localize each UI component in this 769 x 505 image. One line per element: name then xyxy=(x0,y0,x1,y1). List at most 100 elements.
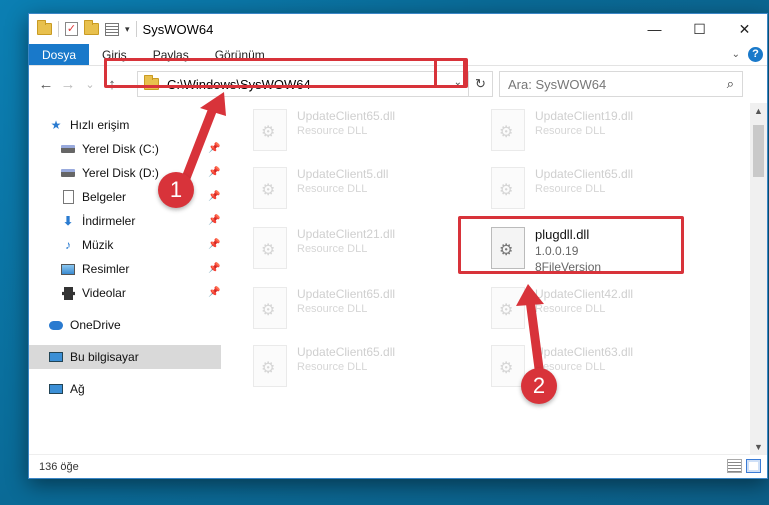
pictures-icon xyxy=(61,262,75,276)
plugdll-highlight xyxy=(458,216,684,274)
file-type: Resource DLL xyxy=(297,183,368,195)
sidebar-item-this-pc[interactable]: Bu bilgisayar xyxy=(29,345,221,369)
file-item[interactable]: UpdateClient42.dll Resource DLL xyxy=(459,281,677,337)
dll-file-icon xyxy=(491,287,525,329)
dll-file-icon xyxy=(253,227,287,269)
sidebar-item-label: Belgeler xyxy=(82,190,127,204)
step-marker-2: 2 xyxy=(521,368,557,404)
customize-toolbar-dropdown-icon[interactable]: ▾ xyxy=(125,24,130,35)
quick-access-toolbar: ✓ ▾ xyxy=(29,20,137,37)
minimize-button[interactable]: — xyxy=(632,14,677,44)
pin-icon: 📌 xyxy=(208,287,221,298)
expand-ribbon-chevron-icon[interactable]: ⌄ xyxy=(732,49,740,60)
dll-file-icon xyxy=(253,167,287,209)
file-name: UpdateClient63.dll xyxy=(535,345,634,359)
file-type: Resource DLL xyxy=(297,243,368,255)
file-item[interactable]: UpdateClient65.dll Resource DLL xyxy=(221,281,439,337)
properties-icon[interactable] xyxy=(105,22,119,36)
file-item[interactable]: UpdateClient65.dll Resource DLL xyxy=(221,103,439,159)
recent-locations-chevron-icon[interactable]: ⌄ xyxy=(79,78,101,91)
sidebar-item-music[interactable]: ♪ Müzik 📌 xyxy=(29,233,221,257)
properties-check-icon[interactable]: ✓ xyxy=(65,22,78,36)
pin-icon: 📌 xyxy=(208,263,221,274)
sidebar-item-quick-access[interactable]: ★ Hızlı erişim xyxy=(29,113,221,137)
toolbar-divider xyxy=(135,21,137,37)
file-name: UpdateClient65.dll xyxy=(297,287,396,301)
sidebar-item-label: Ağ xyxy=(70,382,85,396)
item-count: 136 öğe xyxy=(39,460,79,473)
sidebar-item-label: Bu bilgisayar xyxy=(70,350,139,364)
sidebar-item-onedrive[interactable]: OneDrive xyxy=(29,313,221,337)
file-item[interactable]: UpdateClient65.dll Resource DLL xyxy=(459,161,677,217)
large-icons-view-icon[interactable] xyxy=(746,459,761,473)
sidebar-item-videos[interactable]: Videolar 📌 xyxy=(29,281,221,305)
file-list: UpdateClient65.dll Resource DLL UpdateCli… xyxy=(221,103,743,455)
scroll-down-icon[interactable]: ▼ xyxy=(750,439,767,455)
ribbon-right-controls: ⌄ ? xyxy=(732,47,763,62)
scrollbar-thumb[interactable] xyxy=(753,125,764,177)
dll-file-icon xyxy=(253,109,287,151)
sidebar-item-label: Müzik xyxy=(82,238,114,252)
file-name: UpdateClient21.dll xyxy=(297,227,396,241)
close-button[interactable]: ✕ xyxy=(722,14,767,44)
file-type: Resource DLL xyxy=(535,303,606,315)
forward-button[interactable]: → xyxy=(57,76,79,93)
search-input[interactable]: Ara: SysWOW64 ⌕ xyxy=(499,71,743,97)
details-view-icon[interactable] xyxy=(727,459,742,473)
onedrive-icon xyxy=(49,318,63,332)
sidebar-item-label: OneDrive xyxy=(70,318,121,332)
pin-icon: 📌 xyxy=(208,167,221,178)
pin-icon: 📌 xyxy=(208,143,221,154)
maximize-button[interactable]: ☐ xyxy=(677,14,722,44)
pin-icon: 📌 xyxy=(208,239,221,250)
star-icon: ★ xyxy=(50,118,62,132)
help-icon[interactable]: ? xyxy=(748,47,763,62)
file-item[interactable]: UpdateClient5.dll Resource DLL xyxy=(221,161,439,217)
sidebar-item-downloads[interactable]: ⬇ İndirmeler 📌 xyxy=(29,209,221,233)
sidebar-item-network[interactable]: Ağ xyxy=(29,377,221,401)
vertical-scrollbar[interactable]: ▲ ▼ xyxy=(750,103,767,455)
search-placeholder: Ara: SysWOW64 xyxy=(508,76,607,92)
file-type: Resource DLL xyxy=(297,361,368,373)
sidebar-item-label: Resimler xyxy=(82,262,130,276)
step-marker-1: 1 xyxy=(158,172,194,208)
view-toggle xyxy=(727,459,761,473)
network-icon xyxy=(49,382,63,396)
window-title: SysWOW64 xyxy=(142,21,214,37)
sidebar-item-pictures[interactable]: Resimler 📌 xyxy=(29,257,221,281)
file-type: Resource DLL xyxy=(297,303,368,315)
file-item[interactable]: UpdateClient63.dllResource DLL xyxy=(459,339,677,395)
new-folder-icon[interactable] xyxy=(84,20,99,35)
drive-icon xyxy=(61,142,75,156)
sidebar-item-local-disk-c[interactable]: Yerel Disk (C:) 📌 xyxy=(29,137,221,161)
scroll-up-icon[interactable]: ▲ xyxy=(750,103,767,119)
computer-icon xyxy=(49,350,63,364)
refresh-icon[interactable]: ↻ xyxy=(468,72,492,96)
back-button[interactable]: ← xyxy=(35,76,57,93)
file-item[interactable]: UpdateClient19.dll Resource DLL xyxy=(459,103,677,159)
file-name: UpdateClient65.dll xyxy=(535,167,634,181)
file-type: Resource DLL xyxy=(297,125,368,137)
toolbar-divider xyxy=(58,21,59,37)
file-name: UpdateClient42.dll xyxy=(535,287,634,301)
dll-file-icon xyxy=(253,287,287,329)
title-bar[interactable]: ✓ ▾ SysWOW64 — ☐ ✕ xyxy=(29,14,767,44)
sidebar-item-label: Hızlı erişim xyxy=(70,118,130,132)
pin-icon: 📌 xyxy=(208,215,221,226)
file-item[interactable]: UpdateClient65.dll Resource DLL xyxy=(221,339,439,395)
pin-icon: 📌 xyxy=(208,191,221,202)
search-icon[interactable]: ⌕ xyxy=(727,76,734,92)
file-item[interactable]: UpdateClient21.dll Resource DLL xyxy=(221,221,439,277)
documents-icon xyxy=(61,190,75,204)
refresh-highlight xyxy=(434,58,468,88)
file-type: Resource DLL xyxy=(535,125,606,137)
tab-file[interactable]: Dosya xyxy=(29,44,90,65)
drive-icon xyxy=(61,166,75,180)
status-bar: 136 öğe xyxy=(29,454,767,478)
folder-icon xyxy=(37,20,52,35)
music-icon: ♪ xyxy=(65,238,71,252)
sidebar-item-label: Yerel Disk (D:) xyxy=(82,166,159,180)
file-name: UpdateClient5.dll xyxy=(297,167,389,181)
downloads-icon: ⬇ xyxy=(62,214,74,228)
file-name: UpdateClient65.dll xyxy=(297,109,396,123)
